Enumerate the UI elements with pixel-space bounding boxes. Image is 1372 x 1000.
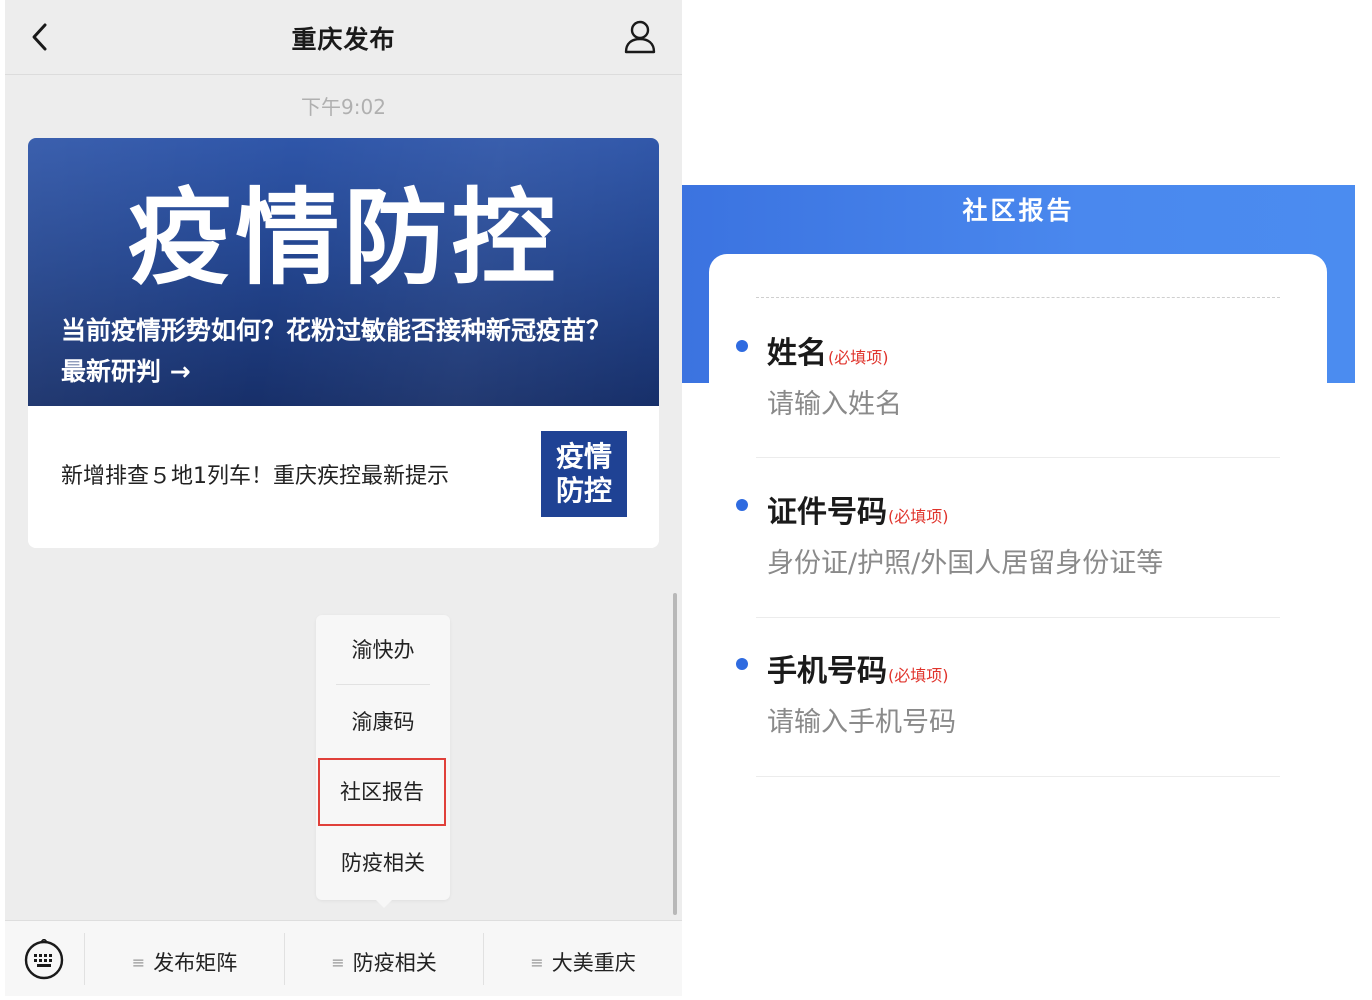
id-number-label: 证件号码(必填项) [767,495,949,530]
bottom-menu-bar: ≡ 发布矩阵 ≡ 防疫相关 ≡ 大美重庆 [5,920,682,996]
menu-lines-icon: ≡ [530,953,544,972]
message-timestamp: 下午9:02 [301,95,386,119]
menu-item-yukangma[interactable]: 渝康码 [316,687,450,757]
tab-beautiful-chongqing[interactable]: ≡ 大美重庆 [484,921,682,996]
tab-label: 防疫相关 [352,951,437,975]
keyboard-icon[interactable] [23,939,65,981]
tab-release-matrix[interactable]: ≡ 发布矩阵 [85,921,284,996]
bullet-dot-icon [736,658,748,670]
scrollbar[interactable] [673,593,677,915]
news-title: 新增排查５地1列车！重庆疾控最新提示 [61,464,449,489]
profile-icon[interactable] [622,18,658,56]
menu-item-yukuaiban[interactable]: 渝快办 [316,615,450,685]
id-number-field-group: 证件号码(必填项) [709,414,1327,618]
tab-label: 发布矩阵 [153,951,238,975]
required-tag: (必填项) [888,507,949,526]
tab-epidemic-related[interactable]: ≡ 防疫相关 [285,921,483,996]
menu-item-community-report[interactable]: 社区报告 [318,758,446,826]
tab-label: 大美重庆 [551,951,636,975]
article-card[interactable]: 疫情防控 当前疫情形势如何？花粉过敏能否接种新冠疫苗？最新研判 → 新增排查５地… [28,138,659,548]
submenu-popup: 渝快办 渝康码 社区报告 防疫相关 [316,615,450,908]
name-field-group: 姓名(必填项) [709,254,1327,458]
phone-input[interactable] [767,700,1267,744]
menu-lines-icon: ≡ [331,953,345,972]
bullet-dot-icon [736,499,748,511]
chat-screen: 重庆发布 下午9:02 疫情防控 当前疫情形势如何？花粉过敏能否接种新冠疫苗？最… [5,0,682,996]
phone-label: 手机号码(必填项) [767,654,949,689]
banner-subtitle: 当前疫情形势如何？花粉过敏能否接种新冠疫苗？最新研判 → [61,316,612,386]
thumbnail-text-line1: 疫情 [555,440,612,473]
bullet-dot-icon [736,340,748,352]
news-thumbnail: 疫情 防控 [541,431,627,517]
report-form-screen: 社区报告 姓名(必填项) 证件号码(必填项) 手机号码(必填项) [682,185,1355,812]
news-item[interactable]: 新增排查５地1列车！重庆疾控最新提示 疫情 防控 [28,406,659,548]
form-title: 社区报告 [962,196,1075,225]
phone-field-group: 手机号码(必填项) [709,574,1327,777]
article-banner[interactable]: 疫情防控 当前疫情形势如何？花粉过敏能否接种新冠疫苗？最新研判 → [28,138,659,406]
thumbnail-text-line2: 防控 [555,474,612,507]
field-divider [756,776,1280,777]
form-card: 姓名(必填项) 证件号码(必填项) 手机号码(必填项) [709,254,1327,812]
chat-header: 重庆发布 [5,0,682,75]
chat-title: 重庆发布 [291,25,396,54]
name-label: 姓名(必填项) [767,336,889,371]
required-tag: (必填项) [828,348,889,367]
menu-lines-icon: ≡ [131,953,146,972]
menu-item-epidemic-related[interactable]: 防疫相关 [316,828,450,898]
banner-title: 疫情防控 [127,177,560,299]
required-tag: (必填项) [888,666,949,685]
